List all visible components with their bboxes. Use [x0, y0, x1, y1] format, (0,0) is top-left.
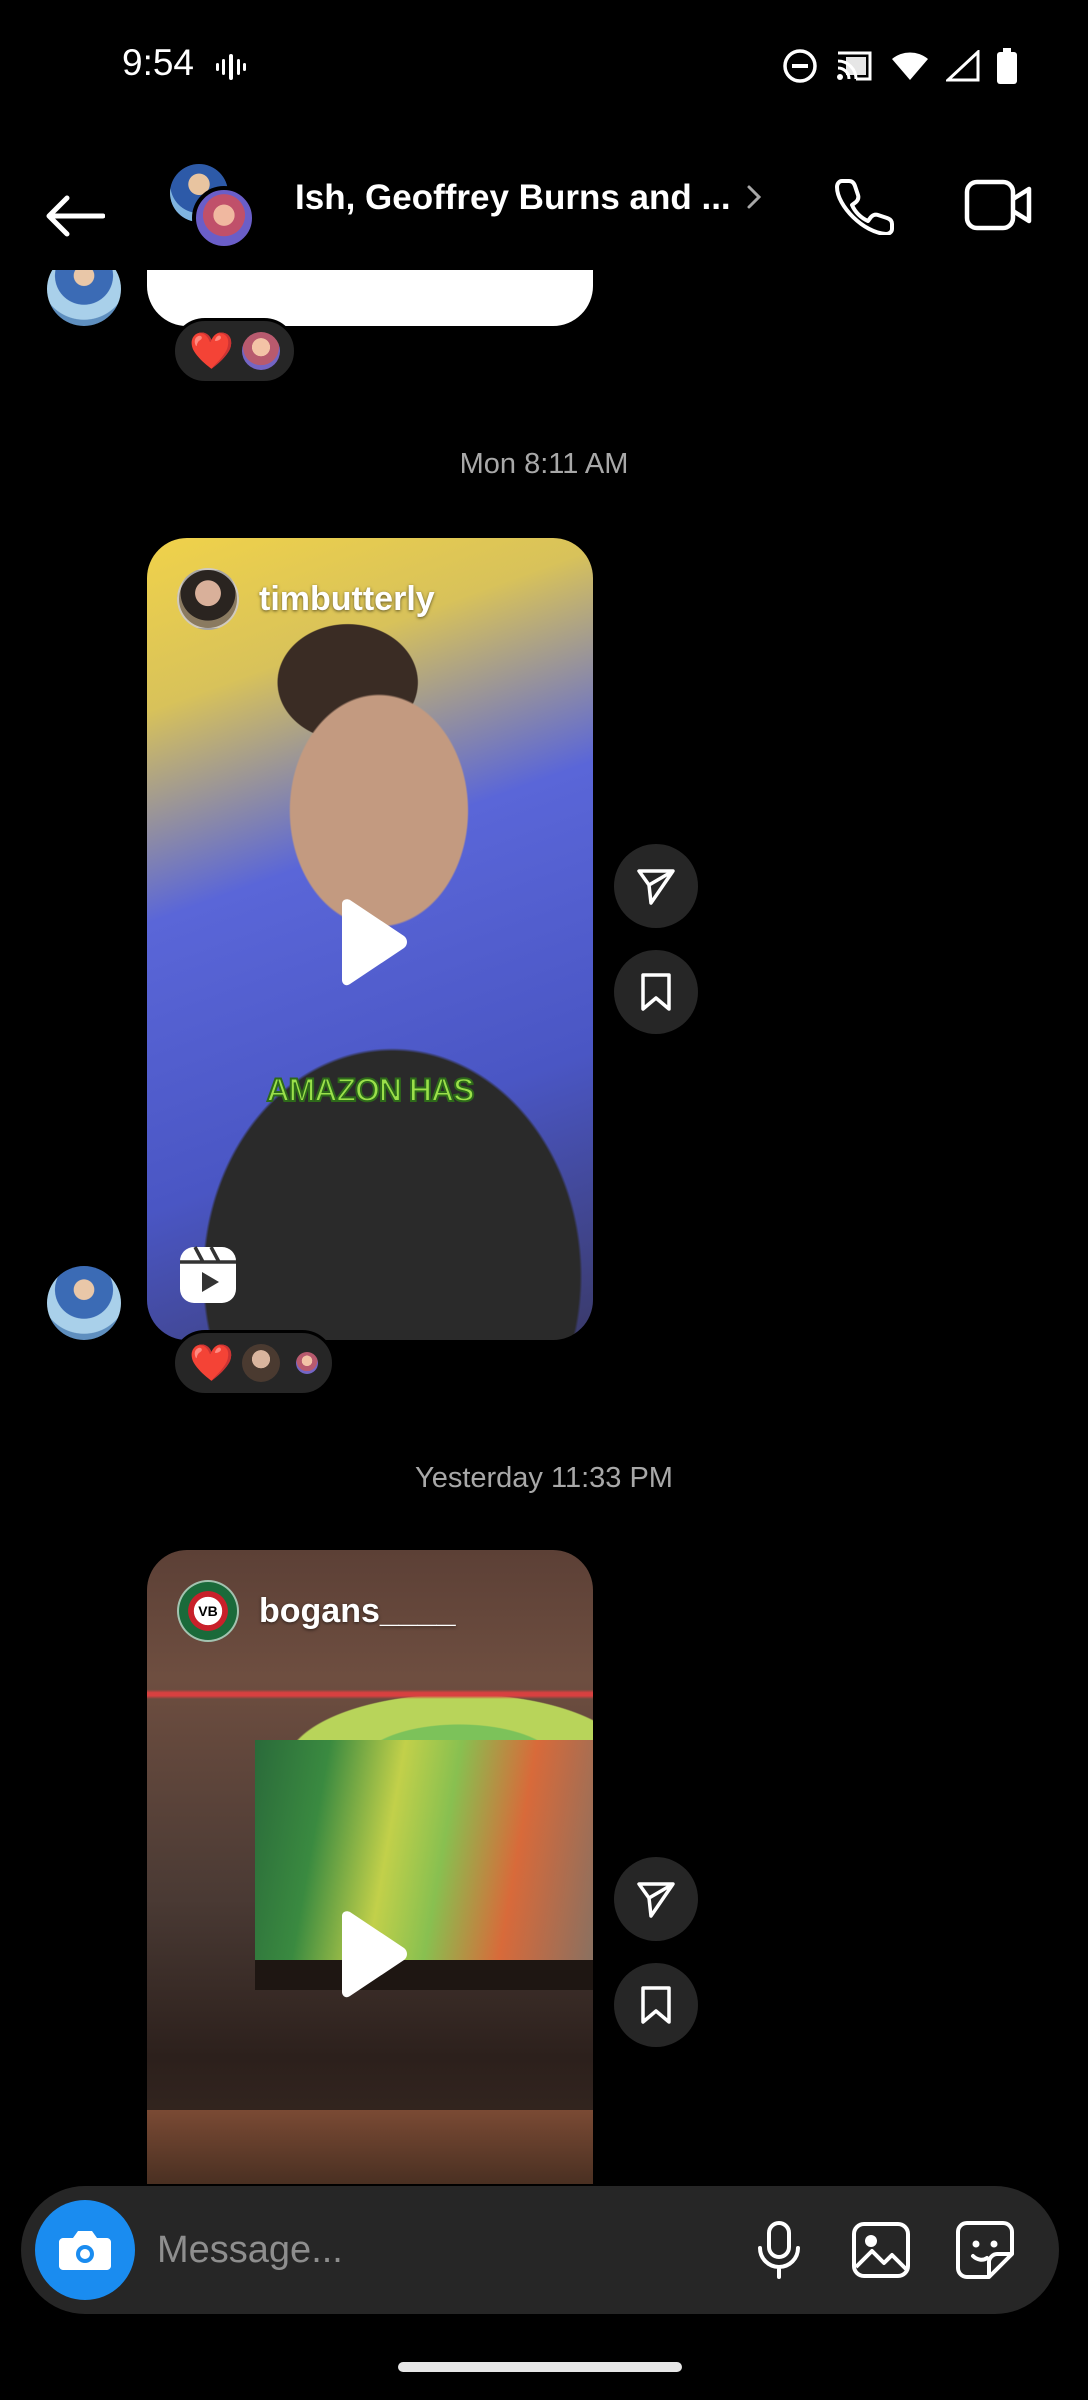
play-icon[interactable]	[330, 898, 410, 993]
back-button[interactable]	[38, 180, 110, 252]
shared-reel[interactable]: VB bogans____	[147, 1550, 593, 2184]
reactor-avatar	[295, 1352, 318, 1374]
reactor-avatar	[241, 332, 280, 370]
vibrate-icon	[214, 52, 248, 87]
status-time: 9:54	[122, 42, 195, 83]
battery-icon	[996, 48, 1018, 89]
sticker-icon	[956, 2221, 1014, 2279]
reels-icon	[177, 1244, 239, 1311]
reel-owner[interactable]: VB bogans____	[177, 1580, 456, 1642]
reel-caption: AMAZON HAS	[266, 1071, 476, 1109]
reel-thumbnail-detail	[255, 1960, 593, 1990]
video-call-button[interactable]	[958, 170, 1038, 240]
paper-plane-icon	[637, 869, 675, 905]
reel-thumbnail	[255, 1740, 593, 1960]
play-icon[interactable]	[330, 1910, 410, 2005]
signal-icon	[944, 48, 980, 87]
microphone-icon	[758, 2221, 800, 2279]
phone-icon	[835, 179, 894, 235]
sticker-button[interactable]	[947, 2212, 1023, 2288]
reel-thumbnail-detail	[147, 2110, 593, 2184]
timestamp: Mon 8:11 AM	[459, 448, 629, 480]
wifi-icon	[890, 50, 930, 87]
sender-avatar[interactable]	[47, 1266, 121, 1340]
shared-reel[interactable]: timbutterly AMAZON HAS	[147, 538, 593, 1340]
reel-owner-name: bogans____	[259, 1591, 456, 1630]
conversation-title[interactable]: Ish, Geoffrey Burns and ...	[295, 178, 731, 218]
camera-icon	[59, 2231, 111, 2270]
paper-plane-icon	[637, 1882, 675, 1918]
message-input[interactable]	[157, 2214, 717, 2286]
heart-reaction: ❤️	[189, 1342, 234, 1383]
group-avatar[interactable]	[170, 164, 260, 254]
bookmark-icon	[641, 973, 671, 1011]
reactor-avatar	[241, 1344, 280, 1382]
timestamp: Yesterday 11:33 PM	[415, 1462, 673, 1494]
home-indicator[interactable]	[398, 2362, 682, 2372]
reel-owner-name: timbutterly	[259, 579, 435, 618]
bookmark-icon	[641, 1986, 671, 2024]
status-bar: 9:54	[0, 0, 1088, 130]
save-button[interactable]	[614, 1963, 698, 2047]
back-arrow-icon	[46, 195, 105, 237]
share-button[interactable]	[614, 844, 698, 928]
reel-owner[interactable]: timbutterly	[177, 568, 435, 630]
message-composer	[21, 2186, 1059, 2314]
share-button[interactable]	[614, 1857, 698, 1941]
heart-reaction: ❤️	[189, 330, 234, 371]
voice-call-button[interactable]	[830, 170, 900, 240]
avatar-logo-text: VB	[198, 1603, 218, 1619]
gallery-icon	[852, 2222, 910, 2278]
voice-message-button[interactable]	[741, 2212, 817, 2288]
status-icons	[782, 48, 1018, 89]
message-reactions[interactable]: ❤️	[172, 318, 297, 384]
conversation-header: Ish, Geoffrey Burns and ...	[0, 140, 1088, 270]
message-reactions[interactable]: ❤️	[172, 1330, 335, 1396]
chevron-right-icon[interactable]	[744, 182, 764, 217]
reel-owner-avatar: VB	[177, 1580, 239, 1642]
video-camera-icon	[964, 179, 1032, 231]
camera-button[interactable]	[35, 2200, 135, 2300]
save-button[interactable]	[614, 950, 698, 1034]
group-avatar-member-2	[192, 186, 256, 250]
gallery-button[interactable]	[843, 2212, 919, 2288]
reel-owner-avatar	[177, 568, 239, 630]
do-not-disturb-icon	[782, 48, 818, 89]
cast-icon	[834, 49, 874, 88]
